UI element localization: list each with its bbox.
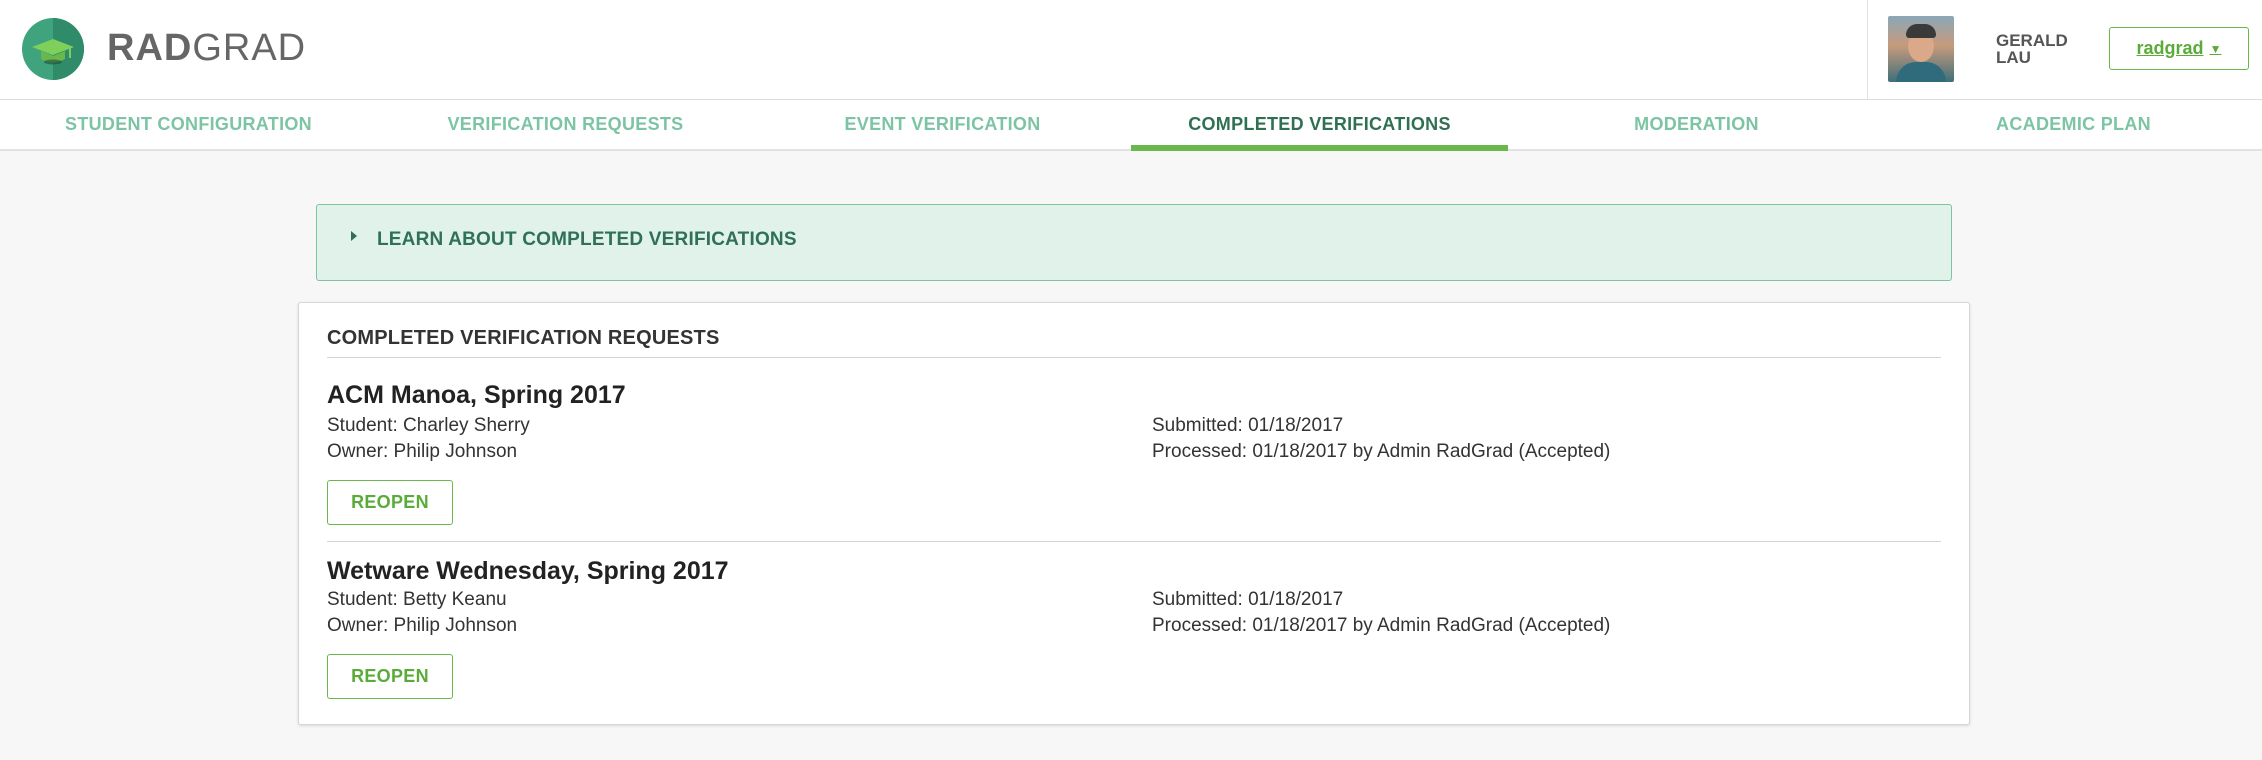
main-nav-tabs: STUDENT CONFIGURATION VERIFICATION REQUE… — [0, 100, 2262, 151]
request-processed: Processed: 01/18/2017 by Admin RadGrad (… — [1152, 615, 1611, 636]
tab-verification-requests[interactable]: VERIFICATION REQUESTS — [377, 100, 754, 149]
request-owner: Owner: Philip Johnson — [327, 441, 518, 462]
completed-verifications-card: COMPLETED VERIFICATION REQUESTS ACM Mano… — [298, 302, 1970, 725]
tab-student-configuration[interactable]: STUDENT CONFIGURATION — [0, 100, 377, 149]
user-name: GERALD LAU — [1996, 31, 2068, 67]
request-title: ACM Manoa, Spring 2017 — [327, 381, 626, 409]
account-label: radgrad — [2136, 38, 2204, 58]
tab-event-verification[interactable]: EVENT VERIFICATION — [754, 100, 1131, 149]
radgrad-logo-icon[interactable] — [22, 18, 84, 80]
card-title: COMPLETED VERIFICATION REQUESTS — [327, 327, 720, 349]
request-divider — [327, 541, 1941, 542]
reopen-button[interactable]: REOPEN — [327, 654, 453, 699]
verification-request-item: ACM Manoa, Spring 2017 Student: Charley … — [327, 381, 1941, 541]
accordion-title: LEARN ABOUT COMPLETED VERIFICATIONS — [377, 229, 797, 250]
top-header: RADGRAD GERALD LAU radgrad ▼ — [0, 0, 2262, 100]
caret-down-icon: ▼ — [2209, 41, 2222, 56]
caret-right-icon — [351, 231, 357, 241]
user-avatar — [1888, 16, 1954, 82]
request-owner: Owner: Philip Johnson — [327, 615, 518, 636]
verification-request-item: Wetware Wednesday, Spring 2017 Student: … — [327, 557, 1941, 717]
reopen-button[interactable]: REOPEN — [327, 480, 453, 525]
tab-completed-verifications[interactable]: COMPLETED VERIFICATIONS — [1131, 100, 1508, 151]
request-student: Student: Betty Keanu — [327, 589, 507, 610]
app-logo-text[interactable]: RADGRAD — [107, 26, 306, 70]
title-divider — [327, 357, 1941, 358]
request-title: Wetware Wednesday, Spring 2017 — [327, 557, 729, 585]
tab-academic-plan[interactable]: ACADEMIC PLAN — [1885, 100, 2262, 149]
request-processed: Processed: 01/18/2017 by Admin RadGrad (… — [1152, 441, 1611, 462]
tab-moderation[interactable]: MODERATION — [1508, 100, 1885, 149]
account-dropdown-button[interactable]: radgrad ▼ — [2109, 27, 2249, 70]
request-submitted: Submitted: 01/18/2017 — [1152, 415, 1344, 436]
request-submitted: Submitted: 01/18/2017 — [1152, 589, 1344, 610]
learn-about-accordion[interactable]: LEARN ABOUT COMPLETED VERIFICATIONS — [316, 204, 1952, 281]
request-student: Student: Charley Sherry — [327, 415, 530, 436]
user-area: GERALD LAU radgrad ▼ — [1867, 0, 2262, 100]
